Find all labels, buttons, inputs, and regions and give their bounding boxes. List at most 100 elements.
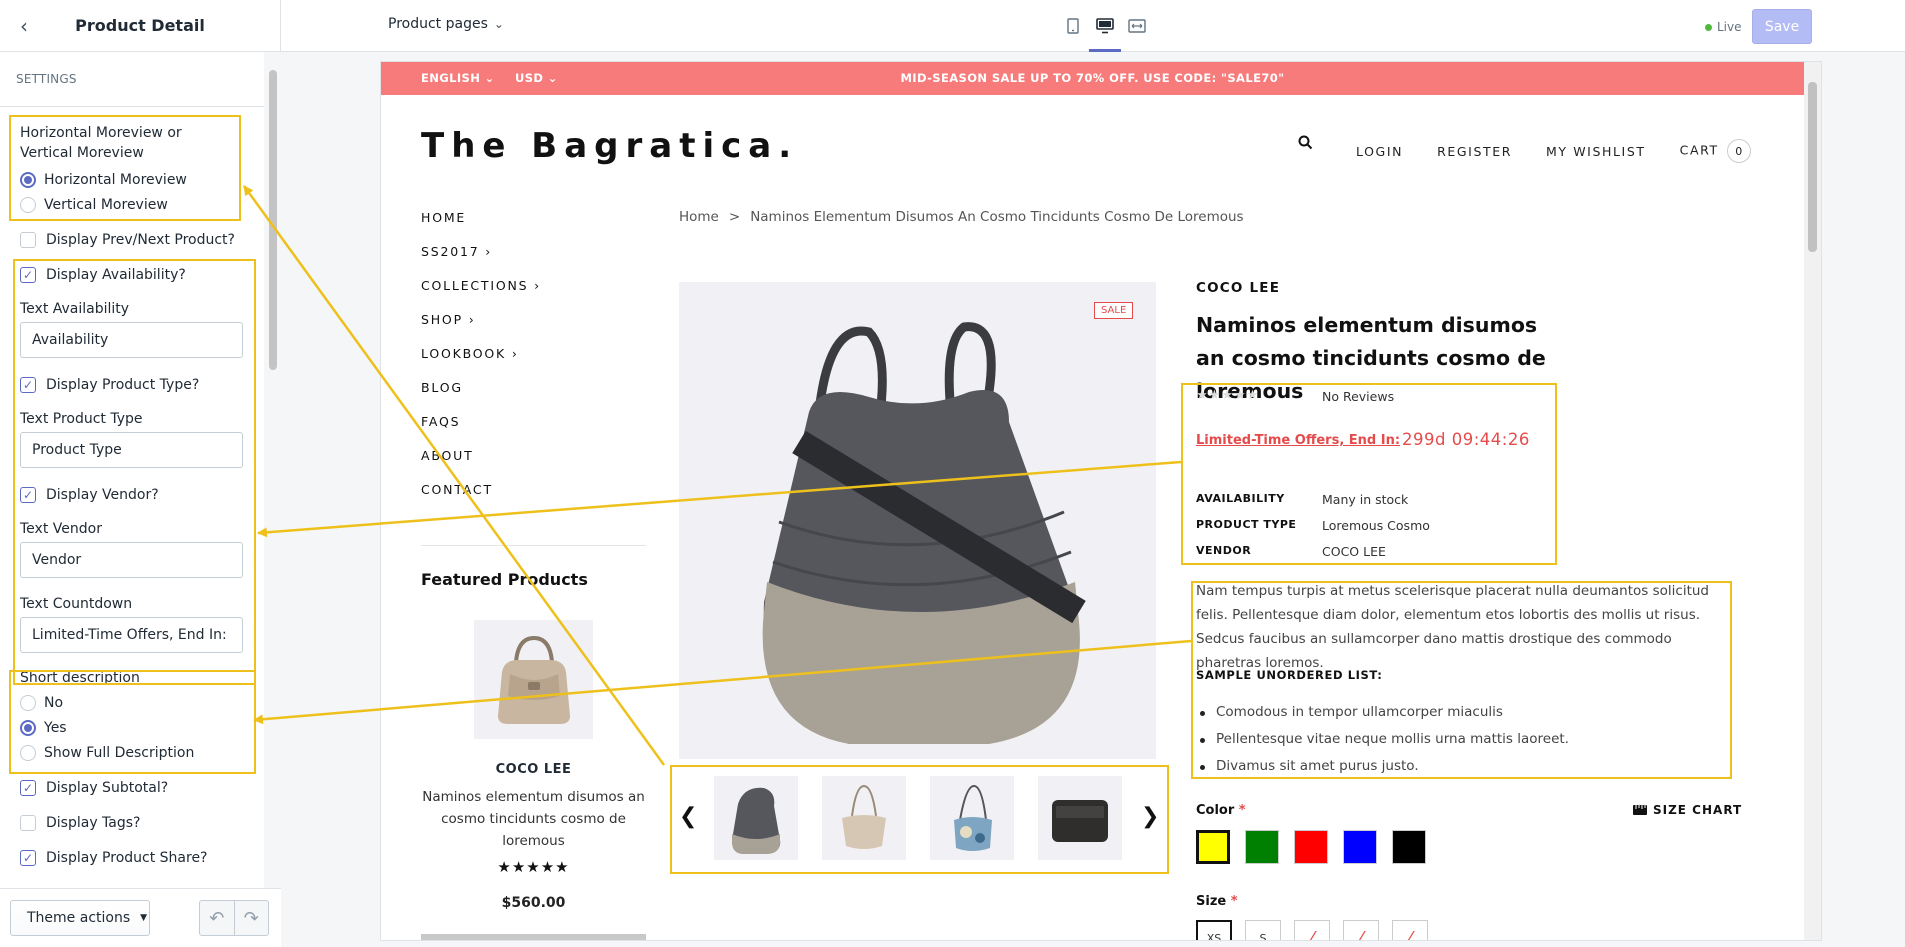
editor-topbar: Product pages ⌄ Live Save — [281, 0, 1905, 52]
color-swatch-red[interactable] — [1294, 830, 1328, 864]
required-marker: * — [1234, 803, 1246, 818]
countdown-label: Limited-Time Offers, End In: — [1196, 433, 1401, 448]
list-title: SAMPLE UNORDERED LIST: — [1196, 668, 1383, 682]
text-countdown-input[interactable]: Limited-Time Offers, End In: — [20, 617, 243, 653]
store-logo[interactable]: The Bagratica. — [421, 126, 798, 166]
thumbnail-2[interactable] — [822, 776, 906, 860]
moreview-label: Horizontal Moreview or Vertical Moreview — [20, 125, 182, 161]
product-type-value[interactable]: Loremous Cosmo — [1322, 518, 1430, 533]
size-option-s[interactable]: S — [1245, 920, 1281, 940]
featured-slider-bar[interactable] — [421, 934, 646, 940]
nav-ss2017[interactable]: SS2017 › — [421, 244, 492, 259]
featured-product-name[interactable]: Naminos elementum disumos an cosmo tinci… — [421, 786, 646, 852]
thumbnail-4[interactable] — [1038, 776, 1122, 860]
countdown-timer: 299d 09:44:26 — [1402, 430, 1530, 449]
color-swatch-blue[interactable] — [1343, 830, 1377, 864]
login-link[interactable]: LOGIN — [1356, 144, 1403, 159]
radio-vertical-moreview[interactable]: Vertical Moreview — [20, 197, 168, 213]
product-brand: COCO LEE — [1196, 280, 1281, 296]
size-label: Size * — [1196, 894, 1238, 909]
radio-short-desc-full[interactable]: Show Full Description — [20, 745, 194, 761]
scrollbar-thumb[interactable] — [269, 70, 277, 370]
text-product-type-input[interactable]: Product Type — [20, 432, 243, 468]
size-chart-link[interactable]: SIZE CHART — [1633, 803, 1742, 817]
vendor-value[interactable]: COCO LEE — [1322, 544, 1386, 559]
checkbox-prev-next[interactable]: Display Prev/Next Product? — [20, 232, 235, 248]
breadcrumb-current: Naminos Elementum Disumos An Cosmo Tinci… — [750, 209, 1244, 225]
color-swatch-green[interactable] — [1245, 830, 1279, 864]
nav-contact[interactable]: CONTACT — [421, 482, 493, 497]
wishlist-link[interactable]: MY WISHLIST — [1546, 144, 1646, 159]
radio-icon — [20, 745, 36, 761]
text-availability-input[interactable]: Availability — [20, 322, 243, 358]
product-reviews-count: No Reviews — [1322, 389, 1395, 404]
nav-blog[interactable]: BLOG — [421, 380, 463, 395]
checkmark-icon: ✓ — [20, 850, 36, 866]
featured-product-rating: ★★★★★ — [497, 858, 570, 876]
register-link[interactable]: REGISTER — [1437, 144, 1512, 159]
list-item: Comodous in tempor ullamcorper miaculis — [1200, 704, 1503, 720]
checkbox-tags[interactable]: Display Tags? — [20, 815, 140, 831]
nav-about[interactable]: ABOUT — [421, 448, 474, 463]
scrollbar-thumb[interactable] — [1808, 82, 1817, 252]
settings-section-heading: SETTINGS — [0, 52, 264, 107]
nav-home[interactable]: HOME — [421, 210, 466, 225]
text-vendor-label: Text Vendor — [20, 521, 102, 537]
radio-short-desc-no[interactable]: No — [20, 695, 63, 711]
sidebar-scrollbar[interactable] — [264, 52, 281, 888]
checkbox-subtotal[interactable]: ✓ Display Subtotal? — [20, 780, 168, 796]
ruler-icon — [1633, 805, 1647, 815]
nav-faqs[interactable]: FAQS — [421, 414, 460, 429]
checkbox-product-share[interactable]: ✓ Display Product Share? — [20, 850, 208, 866]
size-option-xs[interactable]: XS — [1196, 920, 1232, 940]
product-description: Nam tempus turpis at metus scelerisque p… — [1196, 583, 1709, 671]
list-item: Pellentesque vitae neque mollis urna mat… — [1200, 731, 1569, 747]
desktop-view-icon[interactable] — [1089, 15, 1121, 52]
redo-icon[interactable]: ↷ — [235, 901, 269, 935]
featured-product-brand: COCO LEE — [495, 762, 572, 777]
back-arrow-icon[interactable]: ‹ — [12, 14, 36, 38]
checkbox-product-type[interactable]: ✓ Display Product Type? — [20, 377, 199, 393]
nav-collections[interactable]: COLLECTIONS › — [421, 278, 541, 293]
chevron-left-icon[interactable]: ❮ — [679, 804, 697, 829]
featured-product-price: $560.00 — [501, 895, 566, 911]
search-icon[interactable] — [1298, 135, 1313, 154]
color-swatch-black[interactable] — [1392, 830, 1426, 864]
mobile-view-icon[interactable] — [1061, 15, 1085, 37]
required-marker: * — [1226, 894, 1238, 909]
preview-scrollbar[interactable] — [1804, 62, 1821, 940]
checkbox-vendor[interactable]: ✓ Display Vendor? — [20, 487, 159, 503]
size-option-unavailable: ⁄ — [1392, 920, 1428, 940]
thumbnail-3[interactable] — [930, 776, 1014, 860]
thumbnail-1[interactable] — [714, 776, 798, 860]
radio-short-desc-yes[interactable]: Yes — [20, 720, 67, 736]
chevron-right-icon[interactable]: ❯ — [1141, 804, 1159, 829]
checkbox-availability[interactable]: ✓ Display Availability? — [20, 267, 186, 283]
cart-count-badge: 0 — [1726, 139, 1751, 163]
checkmark-icon: ✓ — [20, 487, 36, 503]
availability-value: Many in stock — [1322, 492, 1409, 507]
chevron-right-icon: › — [485, 244, 493, 259]
vendor-key: VENDOR — [1196, 544, 1252, 557]
breadcrumb-home[interactable]: Home — [679, 209, 719, 225]
short-description-label: Short description — [20, 670, 140, 686]
divider — [421, 545, 646, 546]
featured-product-image[interactable] — [474, 620, 593, 739]
announcement-text: MID-SEASON SALE UP TO 70% OFF. USE CODE:… — [900, 71, 1285, 85]
text-vendor-input[interactable]: Vendor — [20, 542, 243, 578]
cart-link[interactable]: CART 0 — [1680, 139, 1751, 163]
text-countdown-label: Text Countdown — [20, 596, 133, 612]
save-button[interactable]: Save — [1752, 9, 1812, 44]
user-nav: LOGIN REGISTER MY WISHLIST CART 0 — [1356, 139, 1751, 163]
radio-horizontal-moreview[interactable]: Horizontal Moreview — [20, 172, 187, 188]
fullscreen-view-icon[interactable] — [1125, 15, 1149, 37]
undo-icon[interactable]: ↶ — [200, 901, 235, 935]
main-product-image[interactable] — [679, 282, 1156, 759]
page-type-select[interactable]: Product pages ⌄ — [388, 16, 504, 32]
settings-panel: SETTINGS Horizontal Moreview or Vertical… — [0, 52, 264, 888]
sidebar-header: ‹ Product Detail — [0, 0, 280, 52]
color-swatch-yellow[interactable] — [1196, 830, 1230, 864]
nav-lookbook[interactable]: LOOKBOOK › — [421, 346, 519, 361]
theme-actions-button[interactable]: Theme actions ▼ — [10, 900, 150, 936]
nav-shop[interactable]: SHOP › — [421, 312, 476, 327]
